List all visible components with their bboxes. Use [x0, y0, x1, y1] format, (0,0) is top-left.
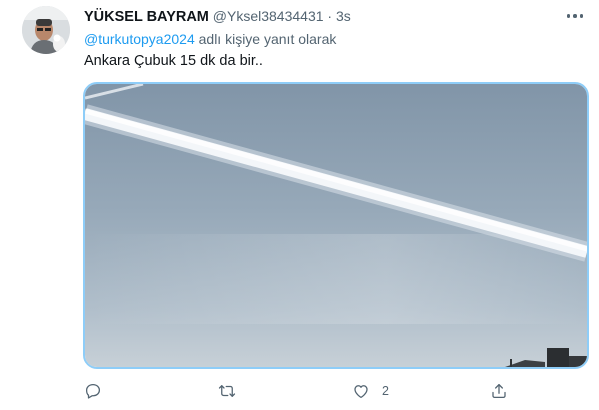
heart-icon: [354, 385, 368, 399]
reply-button[interactable]: [84, 380, 102, 402]
tweet-header: YÜKSEL BAYRAM @Yksel38434431 · 3s: [84, 8, 569, 28]
more-icon[interactable]: [563, 6, 587, 26]
like-count: 2: [382, 384, 389, 398]
reply-to-link[interactable]: @turkutopya2024: [84, 31, 195, 47]
sky-contrail-photo: [85, 84, 587, 367]
separator-dot: ·: [327, 8, 333, 24]
share-upload-icon: [492, 383, 506, 399]
speech-bubble-icon: [85, 383, 101, 399]
avatar-image: [22, 6, 70, 54]
author-name[interactable]: YÜKSEL BAYRAM: [84, 9, 209, 25]
tweet-timestamp[interactable]: 3s: [336, 8, 351, 24]
like-button[interactable]: 2: [352, 380, 389, 402]
author-handle[interactable]: @Yksel38434431: [213, 8, 324, 24]
share-button[interactable]: [490, 380, 508, 402]
reply-context-suffix: adlı kişiye yanıt olarak: [194, 31, 337, 47]
reply-context: @turkutopya2024 adlı kişiye yanıt olarak: [84, 31, 336, 47]
tweet-photo[interactable]: [83, 82, 589, 369]
tweet-card[interactable]: YÜKSEL BAYRAM @Yksel38434431 · 3s @turku…: [0, 0, 599, 410]
retweet-button[interactable]: [218, 380, 236, 402]
retweet-arrows-icon: [218, 385, 236, 397]
tweet-actions: 2: [84, 380, 506, 402]
avatar[interactable]: [22, 6, 70, 54]
tweet-text: Ankara Çubuk 15 dk da bir..: [84, 53, 263, 69]
